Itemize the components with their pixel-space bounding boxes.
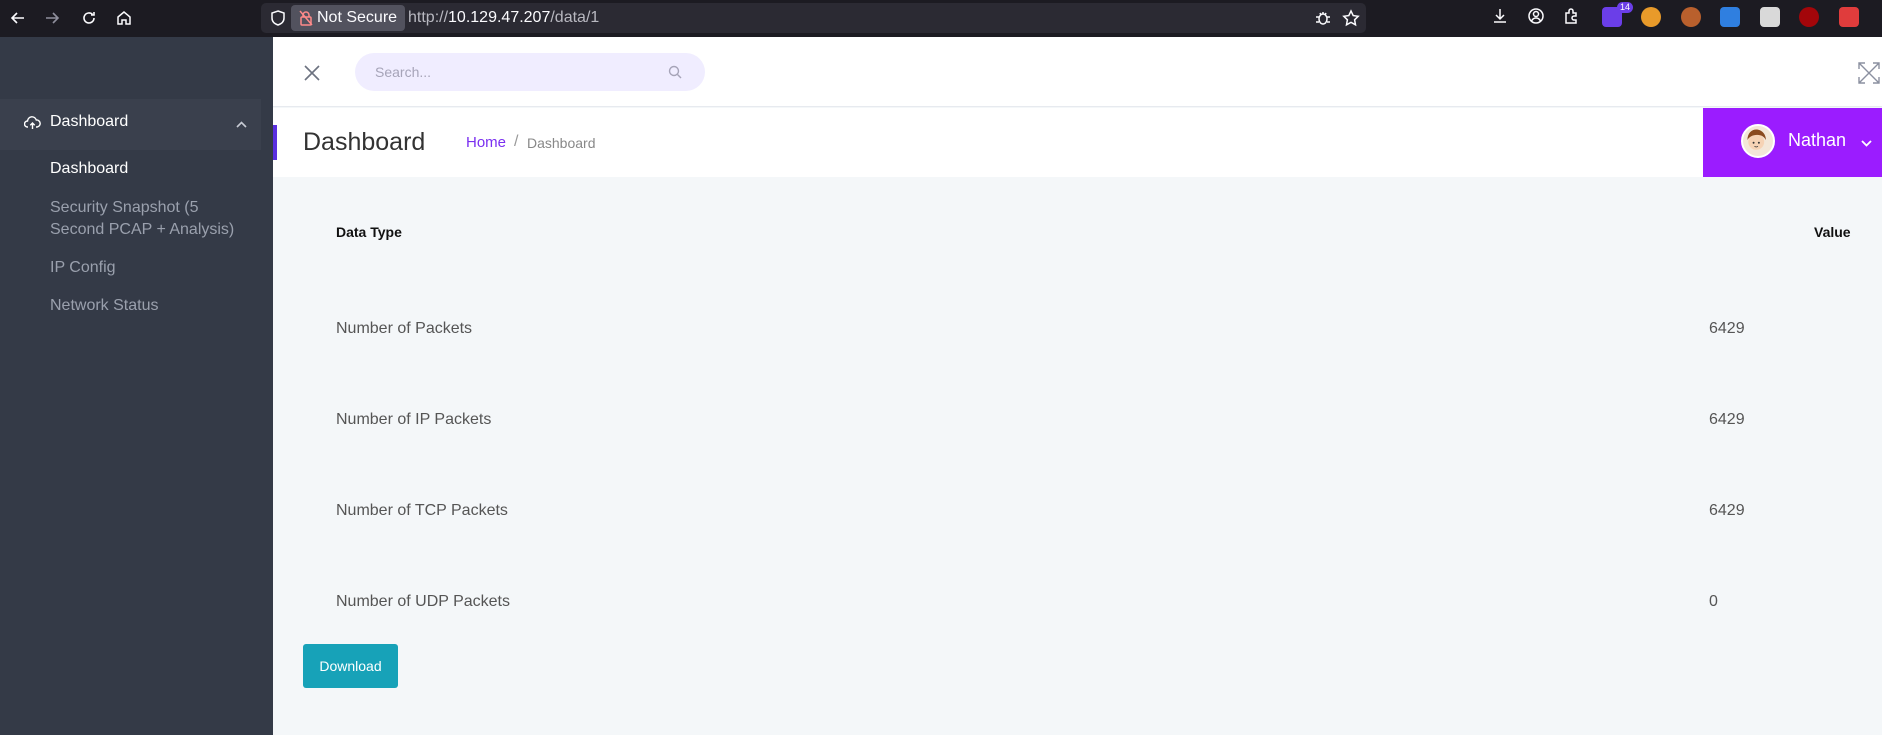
sidebar-item-network-status[interactable]: Network Status [50, 295, 158, 317]
screenshot-camera-icon[interactable] [1839, 7, 1859, 27]
extensions-puzzle-icon[interactable] [1563, 7, 1581, 25]
cell-value: 0 [1709, 593, 1718, 610]
download-button[interactable]: Download [303, 644, 398, 688]
breadcrumb-current: Dashboard [527, 135, 596, 151]
browser-toolbar: Not Secure http://10.129.47.207/data/1 1… [0, 0, 1882, 37]
cloud-upload-icon [24, 116, 41, 129]
bookmark-star-icon[interactable] [1342, 9, 1360, 27]
sidebar-item-dashboard[interactable]: Dashboard [50, 158, 128, 180]
ublock-icon[interactable] [1799, 7, 1819, 27]
chevron-up-icon[interactable] [235, 118, 248, 131]
page-header: Dashboard Home / Dashboard Nathan [273, 108, 1882, 177]
fullscreen-expand-icon[interactable] [1857, 61, 1881, 85]
cell-value: 6429 [1709, 411, 1745, 428]
extension-icon[interactable] [1720, 7, 1740, 27]
back-arrow-icon[interactable] [7, 7, 29, 29]
cell-data-type: Number of UDP Packets [336, 593, 510, 610]
sidebar-group-label: Dashboard [50, 113, 129, 130]
search-input[interactable] [355, 53, 705, 91]
sidebar-item-security-snapshot[interactable]: Second PCAP + Analysis) [50, 219, 234, 241]
url-host: 10.129.47.207 [448, 9, 551, 26]
reload-icon[interactable] [78, 7, 100, 29]
shield-icon[interactable] [269, 9, 287, 27]
extension-icon[interactable] [1760, 7, 1780, 27]
cell-data-type: Number of TCP Packets [336, 502, 508, 519]
chevron-down-icon[interactable] [1860, 137, 1873, 150]
sidebar-group-dashboard[interactable]: Dashboard [0, 99, 261, 150]
forward-arrow-icon[interactable] [41, 7, 63, 29]
cell-data-type: Number of Packets [336, 320, 473, 337]
top-header [273, 37, 1882, 107]
bug-icon[interactable] [1314, 9, 1332, 27]
security-label: Not Secure [317, 9, 398, 26]
close-icon[interactable] [303, 64, 321, 82]
user-avatar-icon [1747, 129, 1766, 150]
breadcrumb-separator: / [514, 133, 519, 150]
home-icon[interactable] [113, 7, 135, 29]
breadcrumb-home-link[interactable]: Home [466, 134, 506, 151]
security-indicator[interactable]: Not Secure [291, 5, 406, 31]
download-icon[interactable] [1491, 7, 1509, 25]
extension-icon[interactable] [1641, 7, 1661, 27]
cell-value: 6429 [1709, 502, 1745, 519]
url-text[interactable]: http://10.129.47.207/data/1 [408, 3, 599, 33]
user-menu[interactable]: Nathan [1703, 108, 1882, 177]
column-header-value: Value [1814, 224, 1851, 240]
sidebar-item-ip-config[interactable]: IP Config [50, 257, 116, 279]
lock-warning-icon [299, 10, 313, 26]
account-icon[interactable] [1527, 7, 1545, 25]
avatar[interactable] [1741, 124, 1775, 158]
page-title: Dashboard [303, 128, 426, 156]
cell-data-type: Number of IP Packets [336, 411, 492, 428]
sidebar-item-security-snapshot[interactable]: Security Snapshot (5 [50, 197, 199, 219]
user-name: Nathan [1788, 130, 1847, 150]
url-scheme: http:// [408, 9, 449, 26]
cell-value: 6429 [1709, 320, 1745, 337]
cookie-extension-icon[interactable] [1681, 7, 1701, 27]
sidebar: Dashboard Dashboard Security Snapshot (5… [0, 37, 273, 735]
column-header-data-type: Data Type [336, 224, 402, 240]
url-path: /data/1 [550, 9, 600, 26]
search-icon[interactable] [668, 65, 682, 79]
title-accent-bar [273, 125, 277, 160]
url-bar[interactable]: Not Secure http://10.129.47.207/data/1 [261, 3, 1366, 33]
extension-badge: 14 [1617, 2, 1634, 13]
